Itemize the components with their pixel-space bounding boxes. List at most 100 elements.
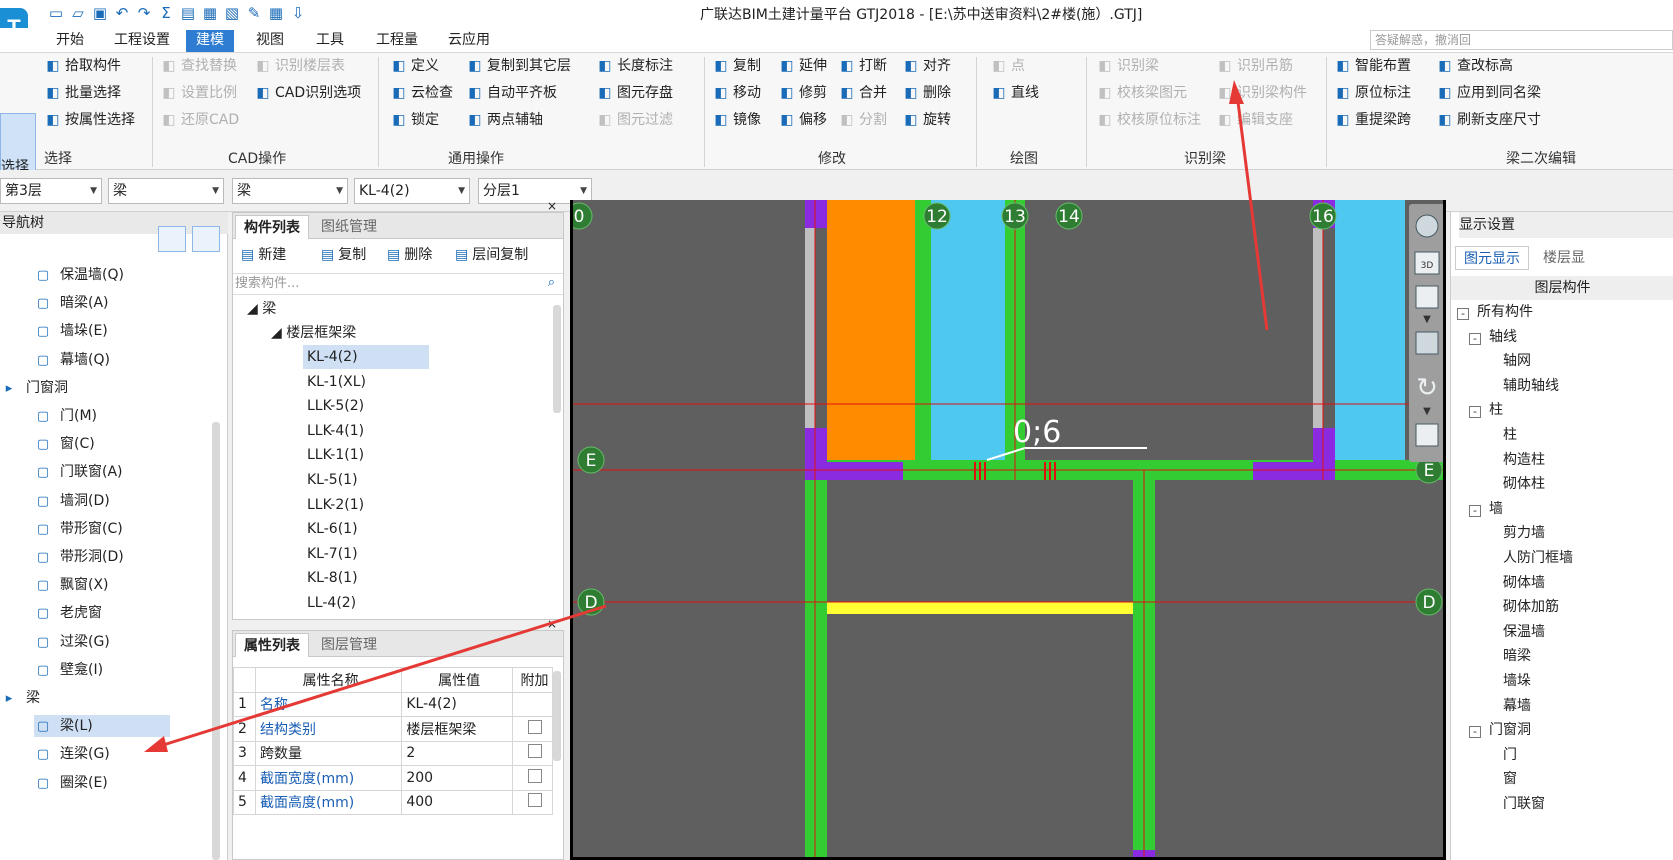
chevron-down-icon[interactable]: ▼ [212, 179, 219, 203]
navtree-item[interactable]: ▢ 幕墙(Q) [34, 349, 110, 371]
cad-btn-1[interactable]: ◧ 识别楼层表 [254, 55, 345, 77]
navtree-item[interactable]: ▢ 过梁(G) [34, 631, 110, 653]
chevron-down-icon[interactable]: ▼ [458, 179, 465, 203]
component-item[interactable]: LLK-4(1) [303, 419, 364, 443]
property-attach[interactable] [512, 740, 553, 766]
recognize-btn-0[interactable]: ◧ 识别梁 [1096, 55, 1159, 77]
general-btn-8[interactable]: ◧ 图元过滤 [596, 109, 673, 131]
layer-item[interactable]: 轴网 [1503, 349, 1531, 373]
navtree-item[interactable]: ▢ 保温墙(Q) [34, 264, 124, 286]
navtree-item[interactable]: ▢ 梁(L) [34, 715, 170, 738]
modify-btn-2[interactable]: ◧ 打断 [838, 55, 887, 77]
modify-btn-3[interactable]: ◧ 对齐 [902, 55, 951, 77]
filter-combo-3[interactable]: KL-4(2) ▼ [354, 178, 470, 204]
select-btn-1[interactable]: ◧ 批量选择 [44, 82, 121, 104]
check-icon[interactable]: ▦ [200, 3, 220, 23]
cube-view-icon[interactable] [1415, 285, 1439, 309]
modify-btn-4[interactable]: ◧ 移动 [712, 82, 761, 104]
layer-view-icon[interactable] [1415, 423, 1439, 447]
undo-icon[interactable]: ↶ [112, 3, 132, 23]
menu-3[interactable]: 视图 [246, 30, 294, 52]
component-item[interactable]: KL-6(1) [303, 517, 358, 541]
component-item[interactable]: KL-5(1) [303, 468, 358, 492]
tree-sub[interactable]: ◢ 楼层框架梁 [267, 321, 356, 345]
layer-item[interactable]: 窗 [1503, 767, 1517, 791]
property-row[interactable]: 4 截面宽度(mm) 200 [233, 765, 553, 791]
collapse-icon[interactable]: - [1457, 308, 1469, 320]
cad-btn-3[interactable]: ◧ CAD识别选项 [254, 82, 361, 104]
layer-item[interactable]: 构造柱 [1503, 448, 1545, 472]
collapse-icon[interactable]: - [1469, 332, 1481, 345]
navtree-item[interactable]: ▢ 飘窗(X) [34, 574, 109, 596]
layer-item[interactable]: - 所有构件 [1457, 300, 1533, 324]
complist-tool-0[interactable]: ▤ 新建 [237, 243, 286, 267]
layer-item[interactable]: - 门窗洞 [1469, 718, 1531, 742]
property-value[interactable]: 2 [401, 740, 513, 766]
property-row[interactable]: 2 结构类别 楼层框架梁 [233, 716, 553, 742]
property-row[interactable]: 1 名称 KL-4(2) [233, 691, 553, 717]
component-item[interactable]: LLK-1(1) [303, 443, 364, 467]
complist-tool-2[interactable]: ▤ 删除 [383, 243, 432, 267]
menu-4[interactable]: 工具 [306, 30, 354, 52]
expand-icon[interactable]: ◢ [247, 301, 262, 317]
open-icon[interactable]: ▱ [68, 3, 88, 23]
general-btn-0[interactable]: ◧ 定义 [390, 55, 439, 77]
modify-btn-7[interactable]: ◧ 删除 [902, 82, 951, 104]
list-view-button[interactable] [158, 226, 186, 252]
general-btn-6[interactable]: ◧ 锁定 [390, 109, 439, 131]
box-view-icon[interactable] [1415, 331, 1439, 355]
layer-item[interactable]: 保温墙 [1503, 620, 1545, 644]
general-btn-1[interactable]: ◧ 复制到其它层 [466, 55, 571, 77]
help-search-input[interactable]: 答疑解惑，撤消回 [1370, 30, 1673, 50]
recognize-btn-5[interactable]: ◧ 编辑支座 [1216, 109, 1293, 131]
component-item[interactable]: KL-1(XL) [303, 370, 366, 394]
property-view-button[interactable] [192, 226, 220, 252]
menu-2[interactable]: 建模 [186, 30, 234, 52]
modify-btn-9[interactable]: ◧ 偏移 [778, 109, 827, 131]
general-btn-5[interactable]: ◧ 图元存盘 [596, 82, 673, 104]
property-attach[interactable] [512, 691, 553, 717]
grid-icon[interactable]: ▦ [266, 3, 286, 23]
menu-1[interactable]: 工程设置 [104, 30, 180, 52]
chevron-down-icon[interactable]: ▼ [1423, 406, 1431, 417]
navtree-item[interactable]: ▢ 窗(C) [34, 433, 95, 455]
rotate-icon[interactable]: ↻ [1416, 373, 1438, 403]
cad-btn-4[interactable]: ◧ 还原CAD [160, 109, 239, 131]
beam2-btn-0[interactable]: ◧ 智能布置 [1334, 55, 1411, 77]
component-item[interactable]: LLK-5(2) [303, 394, 364, 418]
attach-checkbox[interactable] [527, 719, 542, 734]
redo-icon[interactable]: ↷ [134, 3, 154, 23]
drawing-canvas[interactable]: 0;6 0 12 13 14 16 E E D D 3D ▼ ↻ ▼ [570, 200, 1446, 860]
save-doc-icon[interactable]: ▭ [46, 3, 66, 23]
proplist-tab-1[interactable]: 图层管理 [313, 633, 385, 657]
beam2-btn-4[interactable]: ◧ 重提梁跨 [1334, 109, 1411, 131]
layer-item[interactable]: 剪力墙 [1503, 521, 1545, 545]
drawing-svg[interactable]: 0;6 0 12 13 14 16 E E D D 3D ▼ ↻ ▼ [573, 200, 1446, 860]
property-value[interactable]: 楼层框架梁 [401, 716, 513, 742]
draw-btn-1[interactable]: ◧ 直线 [990, 82, 1039, 104]
property-attach[interactable] [512, 765, 553, 791]
layer-item[interactable]: 门联窗 [1503, 792, 1545, 816]
rp-tab-0[interactable]: 图元显示 [1455, 246, 1529, 270]
menu-0[interactable]: 开始 [46, 30, 94, 52]
collapse-icon[interactable]: - [1469, 406, 1481, 419]
modify-btn-1[interactable]: ◧ 延伸 [778, 55, 827, 77]
chevron-down-icon[interactable]: ▼ [336, 179, 343, 203]
rp-tab-1[interactable]: 楼层显 [1537, 246, 1591, 270]
navtree-item[interactable]: ▢ 带形窗(C) [34, 518, 123, 540]
navtree-item[interactable]: ▢ 门联窗(A) [34, 461, 123, 483]
collapse-icon[interactable]: - [1469, 726, 1481, 739]
layer-item[interactable]: 柱 [1503, 423, 1517, 447]
navtree-group[interactable]: ▸ 梁 [0, 687, 40, 709]
select-btn-0[interactable]: ◧ 拾取构件 [44, 55, 121, 77]
select-btn-2[interactable]: ◧ 按属性选择 [44, 109, 135, 131]
navtree-item[interactable]: ▢ 壁龛(I) [34, 659, 103, 681]
attach-checkbox[interactable] [527, 744, 542, 759]
export-icon[interactable]: ⇩ [288, 3, 308, 23]
property-row[interactable]: 3 跨数量 2 [233, 740, 553, 766]
component-item[interactable]: KL-4(2) [303, 345, 429, 369]
beam2-btn-5[interactable]: ◧ 刷新支座尺寸 [1436, 109, 1541, 131]
draw-btn-0[interactable]: ◧ 点 [990, 55, 1025, 77]
layer-item[interactable]: 辅助轴线 [1503, 374, 1559, 398]
general-btn-4[interactable]: ◧ 自动平齐板 [466, 82, 557, 104]
